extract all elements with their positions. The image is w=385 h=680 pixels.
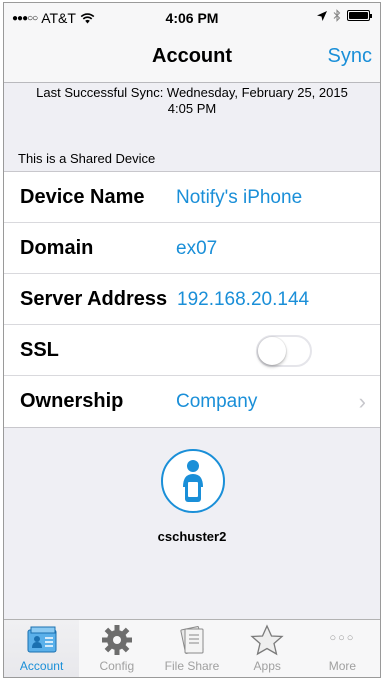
ownership-row[interactable]: Ownership Company › xyxy=(4,376,380,427)
status-right xyxy=(317,9,372,22)
server-address-row[interactable]: Server Address 192.168.20.144 xyxy=(4,274,380,325)
domain-row[interactable]: Domain ex07 xyxy=(4,223,380,274)
device-name-label: Device Name xyxy=(20,186,145,208)
account-icon xyxy=(27,626,57,653)
account-form: Device Name Notify's iPhone Domain ex07 … xyxy=(4,171,380,428)
battery-level xyxy=(349,12,368,19)
sync-button[interactable]: Sync xyxy=(328,45,372,68)
ssl-label: SSL xyxy=(20,339,59,361)
toggle-knob xyxy=(258,337,286,365)
tab-config-label: Config xyxy=(99,659,135,673)
tab-account[interactable]: Account xyxy=(4,620,80,677)
last-sync-info: Last Successful Sync: Wednesday, Februar… xyxy=(4,85,380,117)
gear-icon xyxy=(101,625,132,655)
chevron-right-icon: › xyxy=(358,389,366,414)
tab-more-label: More xyxy=(328,659,357,673)
battery-icon xyxy=(347,10,372,21)
top-bar: ●●●○○ AT&T 4:06 PM Account Sync xyxy=(4,3,380,83)
tab-file-share[interactable]: File Share xyxy=(154,620,229,677)
last-sync-date: Last Successful Sync: Wednesday, Februar… xyxy=(36,85,348,100)
ssl-row: SSL xyxy=(4,325,380,376)
page-title: Account xyxy=(152,45,232,67)
bluetooth-icon xyxy=(333,9,341,22)
ownership-value[interactable]: Company xyxy=(176,391,257,413)
device-name-field[interactable]: Notify's iPhone xyxy=(176,187,302,209)
server-address-label: Server Address xyxy=(20,288,168,310)
tab-bar: Account Config File Share Apps ○○○ More xyxy=(4,619,380,677)
username-label: cschuster2 xyxy=(157,529,227,544)
ownership-label: Ownership xyxy=(20,390,124,412)
user-device-icon xyxy=(183,460,203,502)
phone-screen: ●●●○○ AT&T 4:06 PM Account Sync Last Suc… xyxy=(3,2,381,678)
tab-more[interactable]: ○○○ More xyxy=(305,620,380,677)
location-arrow-icon xyxy=(317,10,327,21)
tab-file-share-label: File Share xyxy=(164,659,220,673)
tab-config[interactable]: Config xyxy=(79,620,154,677)
domain-label: Domain xyxy=(20,237,94,259)
tab-apps[interactable]: Apps xyxy=(230,620,305,677)
shared-device-label: This is a Shared Device xyxy=(18,151,156,166)
tab-account-label: Account xyxy=(19,659,64,673)
server-address-field[interactable]: 192.168.20.144 xyxy=(177,289,309,311)
last-sync-time: 4:05 PM xyxy=(167,101,217,116)
domain-field[interactable]: ex07 xyxy=(176,238,217,260)
star-icon xyxy=(250,624,284,656)
status-bar: ●●●○○ AT&T 4:06 PM xyxy=(4,3,380,31)
file-share-icon xyxy=(180,626,204,654)
more-icon: ○○○ xyxy=(329,632,356,644)
tab-apps-label: Apps xyxy=(253,659,281,673)
device-name-row[interactable]: Device Name Notify's iPhone xyxy=(4,172,380,223)
user-avatar[interactable] xyxy=(161,449,225,513)
ssl-toggle[interactable] xyxy=(256,335,312,367)
